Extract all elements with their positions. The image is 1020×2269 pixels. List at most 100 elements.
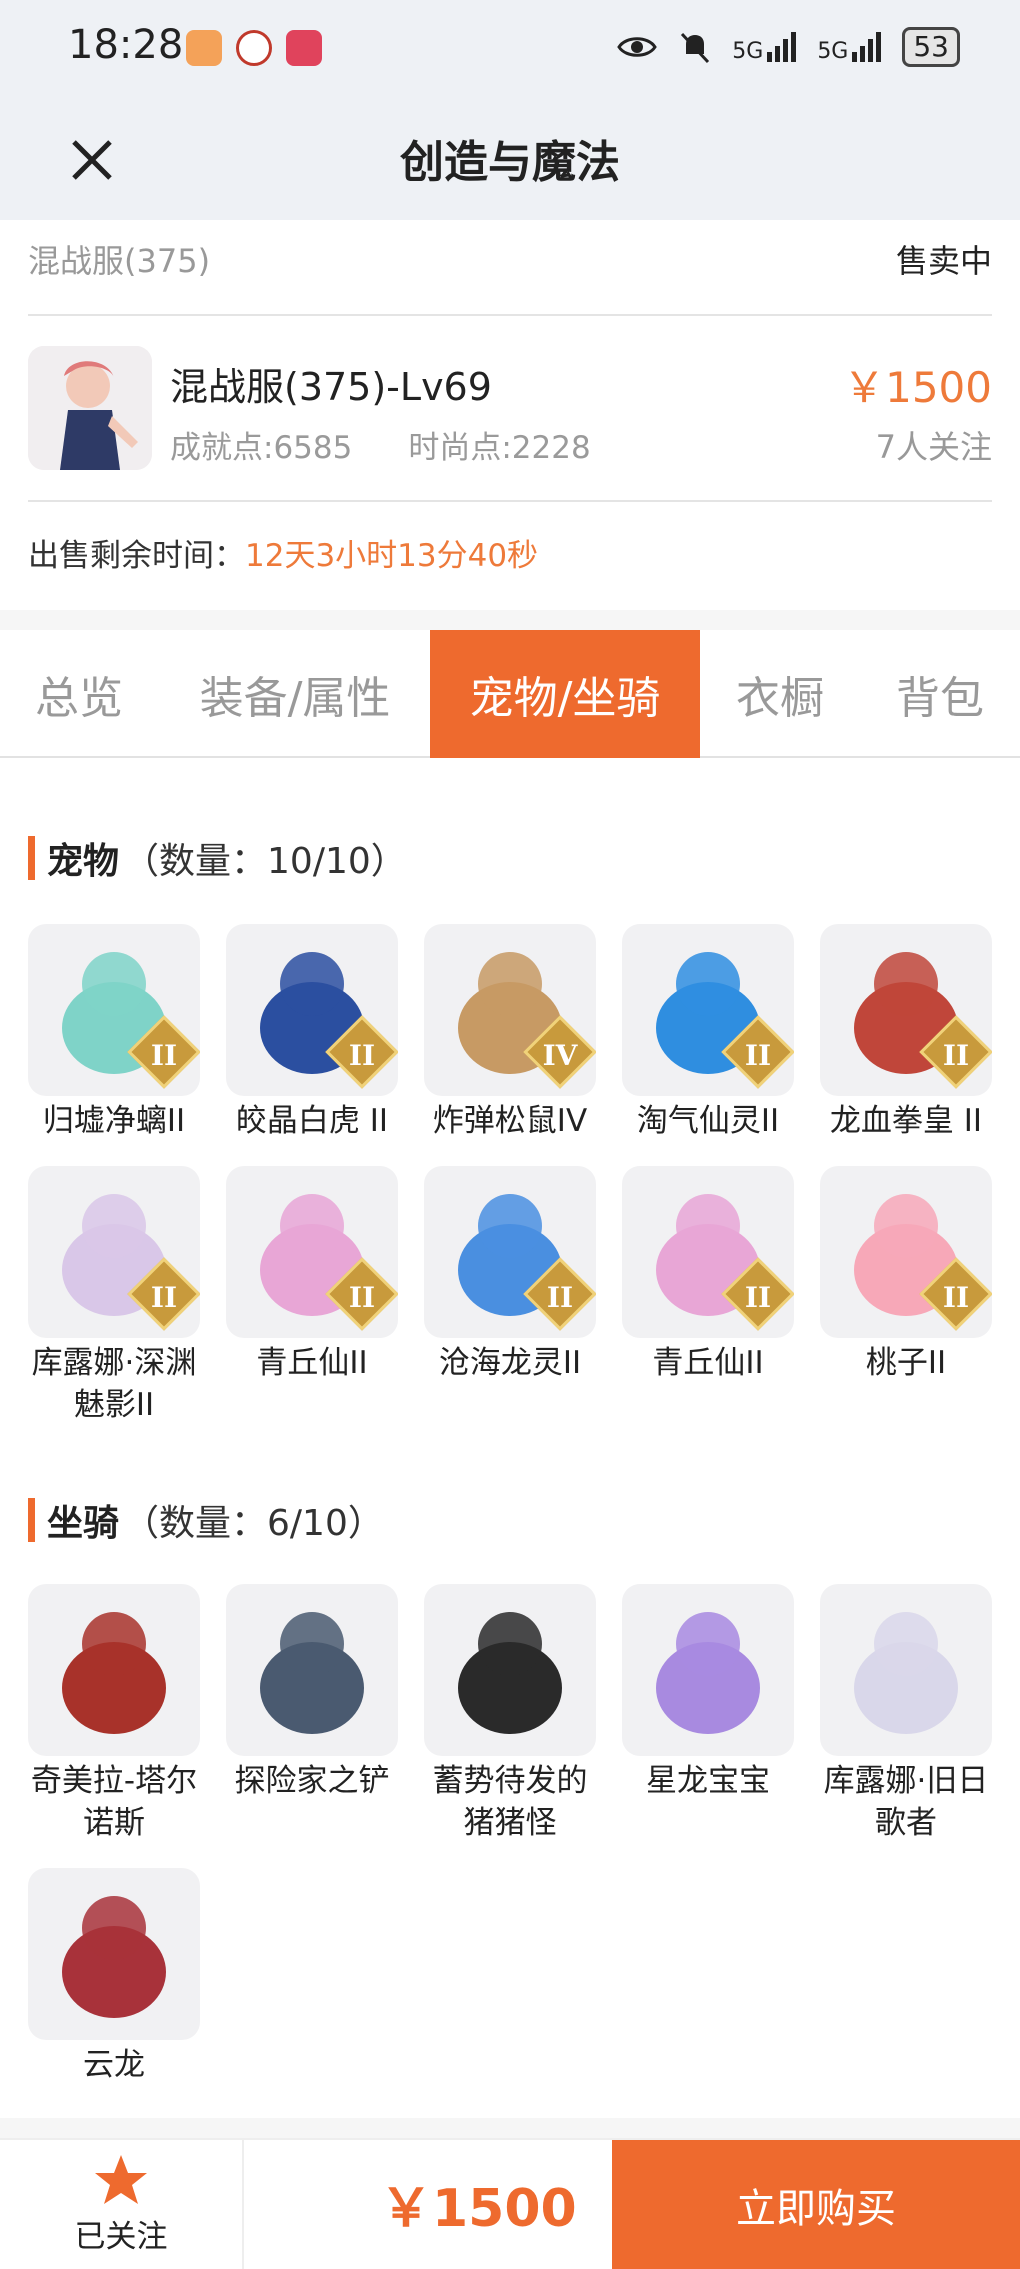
fashion-points: 时尚点:2228 [408, 430, 591, 466]
bottom-price: ￥1500 [380, 2179, 577, 2239]
creature-head [478, 1612, 542, 1676]
grade-label: II [942, 1281, 970, 1314]
creature-art [656, 1612, 760, 1734]
remaining-value: 12天3小时13分40秒 [245, 538, 539, 574]
pet-item[interactable]: II 库露娜·深渊魅影II [28, 1166, 200, 1426]
tab-equipment[interactable]: 装备/属性 [170, 630, 420, 758]
mount-thumbnail [820, 1584, 992, 1756]
creature-head [478, 1194, 542, 1258]
page-title: 创造与魔法 [400, 137, 620, 188]
grade-label: II [348, 1281, 376, 1314]
sale-status: 售卖中 [895, 242, 992, 280]
character-avatar [28, 346, 152, 470]
creature-head [82, 952, 146, 1016]
pet-item[interactable]: II 沧海龙灵II [424, 1166, 596, 1384]
pet-thumbnail: II [820, 1166, 992, 1338]
grade-label: II [744, 1039, 772, 1072]
remaining-label: 出售剩余时间： [28, 538, 245, 574]
section-count: （数量：10/10） [123, 841, 407, 882]
pet-name: 归墟净螭II [42, 1103, 186, 1139]
pets-section-header: 宠物 （数量：10/10） [28, 832, 407, 884]
pet-item[interactable]: II 青丘仙II [226, 1166, 398, 1384]
section-accent-bar [28, 836, 35, 880]
follow-button[interactable]: 已关注 [0, 2140, 244, 2269]
pet-thumbnail: II [226, 1166, 398, 1338]
server-row: 混战服(375) 售卖中 [28, 228, 992, 316]
pet-thumbnail: IV [424, 924, 596, 1096]
creature-head [676, 952, 740, 1016]
pet-item[interactable]: IV 炸弹松鼠IV [424, 924, 596, 1142]
pet-item[interactable]: II 皎晶白虎 II [226, 924, 398, 1142]
mount-item[interactable]: 云龙 [28, 1868, 200, 2086]
tab-backpack[interactable]: 背包 [860, 630, 1020, 758]
mount-thumbnail [622, 1584, 794, 1756]
creature-art [260, 1612, 364, 1734]
mount-name: 探险家之铲 [234, 1763, 390, 1799]
creature-head [874, 1194, 938, 1258]
creature-head [676, 1194, 740, 1258]
tab-overview[interactable]: 总览 [0, 630, 158, 758]
grade-label: II [744, 1281, 772, 1314]
grade-label: II [348, 1039, 376, 1072]
server-name: 混战服(375) [28, 242, 211, 280]
listing-title: 混战服(375)-Lv69 [170, 365, 492, 409]
listing-price: ￥1500 [843, 363, 992, 412]
mount-item[interactable]: 探险家之铲 [226, 1584, 398, 1802]
creature-head [82, 1896, 146, 1960]
bottom-action-bar: 已关注 ￥1500 立即购买 [0, 2138, 1020, 2269]
creature-art [854, 1612, 958, 1734]
mount-item[interactable]: 奇美拉-塔尔诺斯 [28, 1584, 200, 1844]
divider [0, 610, 1020, 630]
follower-count: 7人关注 [875, 428, 992, 466]
pet-name: 炸弹松鼠IV [432, 1103, 588, 1139]
creature-art [458, 1612, 562, 1734]
clock: 18:28 [68, 22, 184, 68]
tab-bar: 总览 装备/属性 宠物/坐骑 衣橱 背包 [0, 630, 1020, 758]
pet-name: 库露娜·深渊魅影II [31, 1345, 197, 1423]
creature-head [280, 1194, 344, 1258]
creature-head [874, 1612, 938, 1676]
listing-stats: 成就点:6585 时尚点:2228 [170, 422, 591, 467]
status-bar: 18:28 5G 5G 53 [0, 0, 1020, 100]
pet-thumbnail: II [622, 924, 794, 1096]
video-notification-icon [286, 30, 322, 66]
mount-thumbnail [28, 1868, 200, 2040]
pet-item[interactable]: II 桃子II [820, 1166, 992, 1384]
mount-name: 库露娜·旧日歌者 [823, 1763, 989, 1841]
grade-label: IV [542, 1039, 578, 1072]
battery-icon: 53 [902, 27, 960, 67]
mount-item[interactable]: 蓄势待发的猪猪怪 [424, 1584, 596, 1844]
pet-item[interactable]: II 淘气仙灵II [622, 924, 794, 1142]
section-accent-bar [28, 1498, 35, 1542]
creature-head [676, 1612, 740, 1676]
buy-now-button[interactable]: 立即购买 [612, 2140, 1020, 2269]
creature-head [478, 952, 542, 1016]
mounts-section-header: 坐骑 （数量：6/10） [28, 1494, 384, 1546]
grade-label: II [546, 1281, 574, 1314]
mount-item[interactable]: 库露娜·旧日歌者 [820, 1584, 992, 1844]
nav-bar: 创造与魔法 [0, 100, 1020, 220]
mount-name: 星龙宝宝 [646, 1763, 770, 1799]
pet-name: 淘气仙灵II [636, 1103, 780, 1139]
creature-head [874, 952, 938, 1016]
eye-icon [616, 26, 658, 68]
pet-name: 青丘仙II [256, 1345, 368, 1381]
mount-thumbnail [424, 1584, 596, 1756]
signal-5g-icon: 5G [732, 30, 801, 64]
pet-thumbnail: II [820, 924, 992, 1096]
pet-name: 沧海龙灵II [438, 1345, 582, 1381]
tab-pets-mounts[interactable]: 宠物/坐骑 [430, 630, 700, 758]
mount-item[interactable]: 星龙宝宝 [622, 1584, 794, 1802]
pet-thumbnail: II [28, 924, 200, 1096]
pet-thumbnail: II [226, 924, 398, 1096]
app-notification-icon [236, 30, 272, 66]
section-title: 坐骑 [47, 1503, 120, 1544]
mount-thumbnail [28, 1584, 200, 1756]
listing-summary[interactable]: 混战服(375)-Lv69 成就点:6585 时尚点:2228 ￥1500 7人… [28, 318, 992, 502]
pet-item[interactable]: II 龙血拳皇 II [820, 924, 992, 1142]
tab-wardrobe[interactable]: 衣橱 [700, 630, 860, 758]
pet-item[interactable]: II 青丘仙II [622, 1166, 794, 1384]
pet-thumbnail: II [424, 1166, 596, 1338]
achievement-points: 成就点:6585 [170, 430, 353, 466]
pet-item[interactable]: II 归墟净螭II [28, 924, 200, 1142]
